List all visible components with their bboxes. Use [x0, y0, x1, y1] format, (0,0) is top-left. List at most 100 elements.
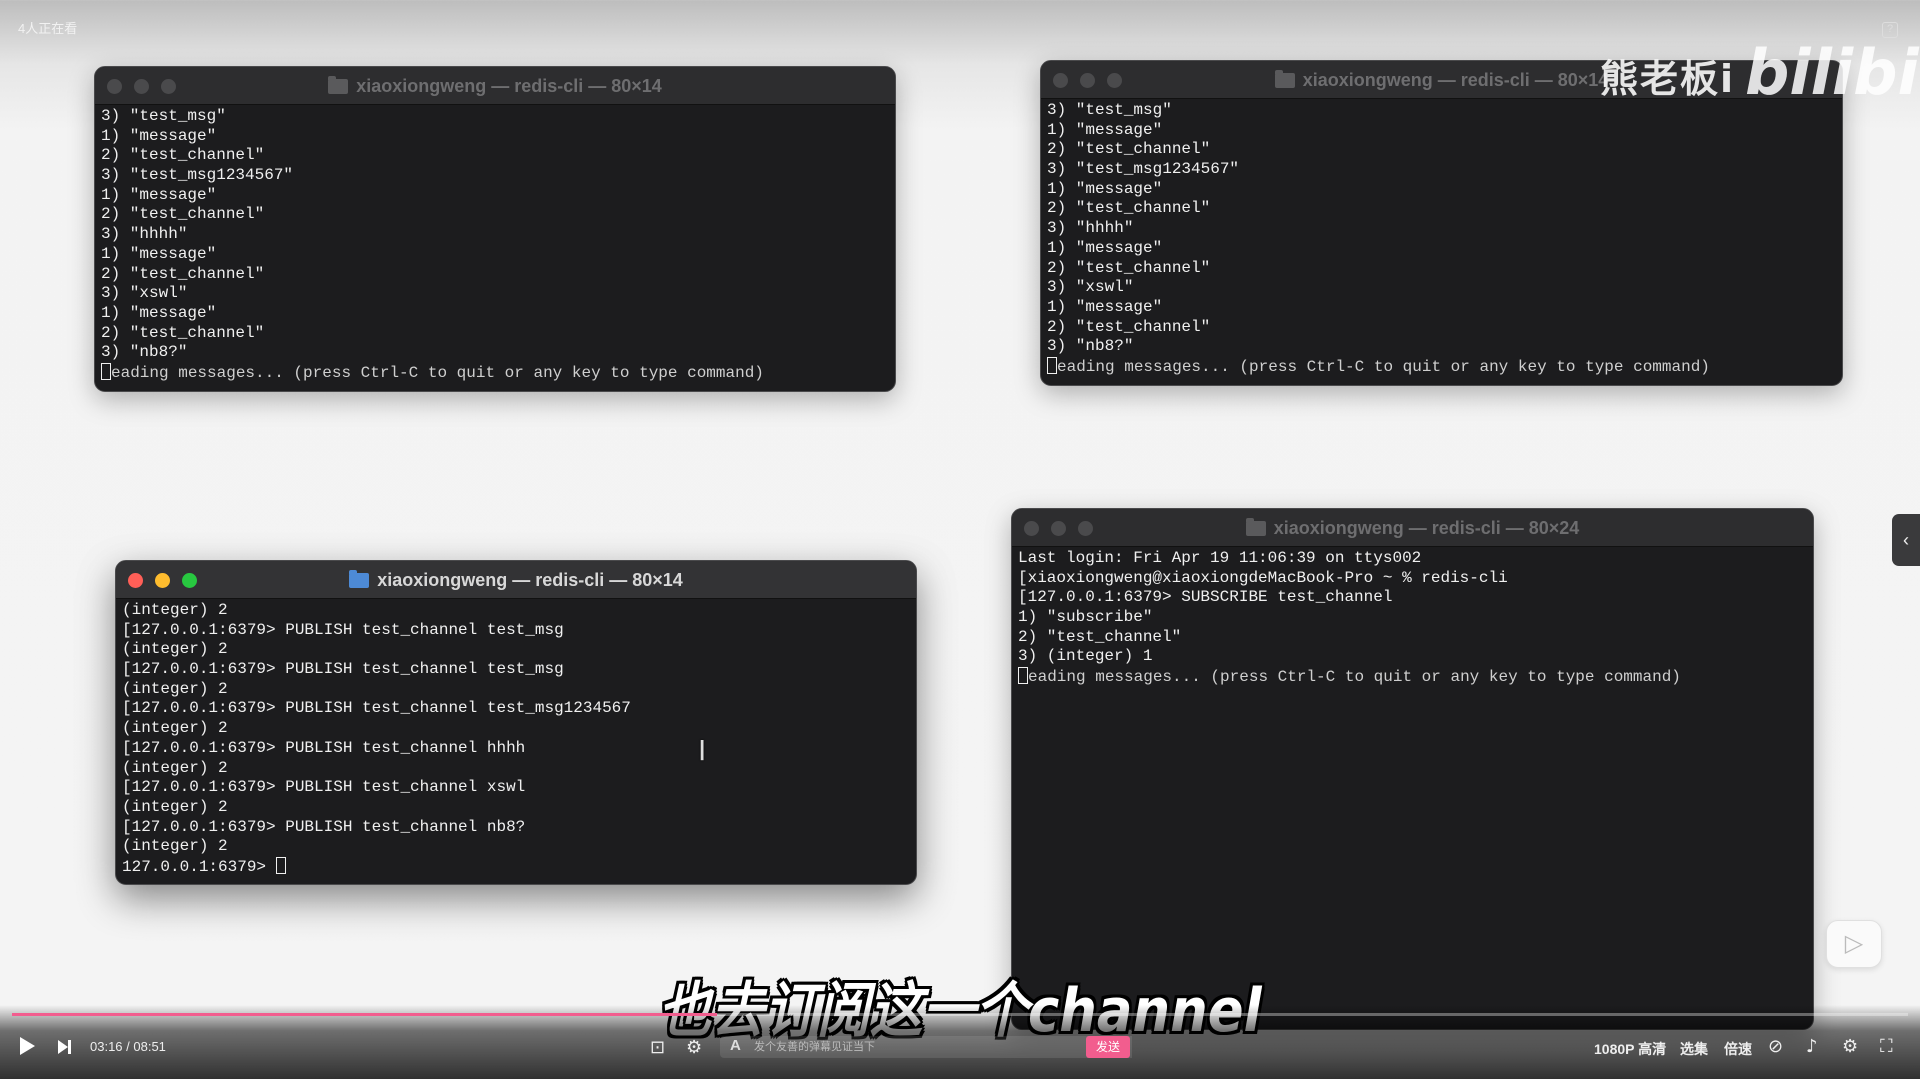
terminal-line: 3) "xswl"	[1047, 278, 1134, 297]
terminal-line: 1) "message"	[101, 185, 217, 204]
terminal-line: 1) "message"	[1047, 120, 1163, 139]
terminal-status-line: eading messages... (press Ctrl-C to quit…	[1018, 667, 1807, 687]
terminal-line: 3) "test_msg1234567"	[1047, 160, 1240, 179]
terminal-line: 2) "test_channel"	[101, 323, 265, 342]
volume-icon[interactable]: ♪	[1806, 1036, 1818, 1057]
danmaku-toggle-icon[interactable]: ⊡	[650, 1037, 665, 1058]
quality-button[interactable]: 1080P 高清	[1594, 1039, 1666, 1059]
window-title-text: xiaoxiongweng — redis-cli — 80×24	[1273, 517, 1580, 538]
terminal-output[interactable]: Last login: Fri Apr 19 11:06:39 on ttys0…	[1012, 547, 1813, 687]
terminal-output[interactable]: 3) "test_msg" 1) "message" 2) "test_channe…	[1041, 99, 1842, 377]
folder-icon	[328, 75, 349, 94]
danmaku-style-icon[interactable]: A	[730, 1037, 741, 1054]
terminal-line: 3) "test_msg1234567"	[101, 166, 294, 185]
uploader-watermark: 熊老板i	[1600, 57, 1736, 101]
titlebar[interactable]: xiaoxiongweng — redis-cli — 80×24	[1012, 509, 1813, 547]
folder-icon	[349, 569, 370, 588]
terminal-line: 2) "test_channel"	[1047, 140, 1211, 159]
window-title-text: xiaoxiongweng — redis-cli — 80×14	[377, 569, 683, 590]
block-cursor	[1047, 356, 1057, 374]
terminal-line: 3) "hhhh"	[1047, 219, 1134, 238]
episodes-button[interactable]: 选集	[1680, 1039, 1708, 1059]
text-cursor-icon: I	[698, 734, 707, 767]
playback-time: 03:16 / 08:51	[90, 1039, 166, 1054]
terminal-line: 3) "hhhh"	[101, 225, 188, 244]
chevron-left-icon: ‹	[1903, 530, 1909, 550]
terminal-line: 3) "xswl"	[101, 284, 188, 303]
terminal-line: 3) "test_msg"	[101, 107, 226, 125]
terminal-line: [127.0.0.1:6379> SUBSCRIBE test_channel	[1018, 588, 1393, 607]
terminal-window-top-left[interactable]: xiaoxiongweng — redis-cli — 80×14 3) "te…	[94, 66, 896, 392]
player-control-bar: 03:16 / 08:51 ⊡ ⚙ 发个友善的弹幕见证当下 A 发送 1080P…	[0, 1005, 1920, 1079]
settings-gear-icon[interactable]: ⚙	[1842, 1036, 1858, 1057]
subtitle-off-icon[interactable]: ⊘	[1768, 1036, 1783, 1057]
terminal-window-bottom-right[interactable]: xiaoxiongweng — redis-cli — 80×24 Last l…	[1011, 508, 1814, 1030]
titlebar[interactable]: xiaoxiongweng — redis-cli — 80×14	[116, 561, 916, 599]
block-cursor	[275, 856, 286, 874]
terminal-window-bottom-left[interactable]: xiaoxiongweng — redis-cli — 80×14 (integ…	[115, 560, 917, 885]
danmaku-input[interactable]: 发个友善的弹幕见证当下	[720, 1036, 1132, 1058]
window-title: xiaoxiongweng — redis-cli — 80×24	[1012, 509, 1813, 547]
block-cursor	[1018, 667, 1028, 685]
terminal-output[interactable]: 3) "test_msg" 1) "message" 2) "test_channe…	[95, 105, 895, 383]
folder-icon	[1274, 69, 1295, 88]
terminal-line: 3) "nb8?"	[101, 343, 188, 362]
terminal-line: [127.0.0.1:6379> PUBLISH test_channel hh…	[122, 738, 526, 757]
status-text: eading messages... (press Ctrl-C to quit…	[111, 363, 764, 382]
viewer-count: 4人正在看	[18, 21, 78, 36]
window-title: xiaoxiongweng — redis-cli — 80×14	[95, 67, 895, 105]
block-cursor	[101, 362, 111, 380]
speed-button[interactable]: 倍速	[1724, 1039, 1752, 1059]
send-danmaku-button[interactable]: 发送	[1086, 1036, 1130, 1058]
terminal-line: 1) "subscribe"	[1018, 608, 1153, 627]
terminal-window-top-right[interactable]: xiaoxiongweng — redis-cli — 80×14 3) "te…	[1040, 60, 1843, 386]
next-episode-icon[interactable]	[58, 1040, 72, 1054]
terminal-line: (integer) 2	[122, 837, 228, 856]
terminal-line: [127.0.0.1:6379> PUBLISH test_channel te…	[122, 699, 631, 718]
titlebar[interactable]: xiaoxiongweng — redis-cli — 80×14	[95, 67, 895, 105]
terminal-line: 2) "test_channel"	[1047, 317, 1211, 336]
progress-fill	[12, 1013, 718, 1016]
terminal-line: [127.0.0.1:6379> PUBLISH test_channel xs…	[122, 778, 526, 797]
terminal-line: 2) "test_channel"	[1047, 199, 1211, 218]
terminal-line: [127.0.0.1:6379> PUBLISH test_channel te…	[122, 660, 564, 679]
terminal-line: 1) "message"	[101, 244, 217, 263]
window-title-text: xiaoxiongweng — redis-cli — 80×14	[1302, 69, 1609, 90]
terminal-line: (integer) 2	[122, 601, 228, 619]
terminal-line: 2) "test_channel"	[101, 205, 265, 224]
terminal-status-line: eading messages... (press Ctrl-C to quit…	[1047, 356, 1836, 377]
play-outline-icon: ▷	[1844, 930, 1864, 957]
terminal-line: 1) "message"	[1047, 179, 1163, 198]
progress-bar[interactable]	[12, 1013, 1908, 1016]
terminal-line: 3) "nb8?"	[1047, 337, 1134, 356]
terminal-line: (integer) 2	[122, 640, 228, 659]
side-panel-toggle[interactable]: ‹	[1892, 514, 1920, 566]
terminal-line: 2) "test_channel"	[1018, 627, 1182, 646]
terminal-line: 1) "message"	[101, 126, 217, 145]
window-title-text: xiaoxiongweng — redis-cli — 80×14	[356, 75, 662, 96]
terminal-line: (integer) 2	[122, 719, 228, 738]
terminal-line: 2) "test_channel"	[101, 264, 265, 283]
terminal-line: [127.0.0.1:6379> PUBLISH test_channel nb…	[122, 817, 526, 836]
terminal-line: (integer) 2	[122, 679, 228, 698]
terminal-line: 3) "test_msg"	[1047, 101, 1172, 119]
terminal-line: [127.0.0.1:6379> PUBLISH test_channel te…	[122, 620, 564, 639]
terminal-line: 1) "message"	[1047, 297, 1163, 316]
mini-player-button[interactable]: ▷	[1826, 920, 1882, 968]
terminal-prompt-line[interactable]: 127.0.0.1:6379>	[122, 856, 910, 877]
danmaku-settings-icon[interactable]: ⚙	[686, 1037, 702, 1058]
terminal-line: (integer) 2	[122, 758, 228, 777]
terminal-line: 3) (integer) 1	[1018, 647, 1153, 666]
terminal-status-line: eading messages... (press Ctrl-C to quit…	[101, 362, 889, 383]
terminal-line: 1) "message"	[1047, 238, 1163, 257]
status-text: eading messages... (press Ctrl-C to quit…	[1057, 357, 1710, 376]
fullscreen-icon[interactable]: ⛶	[1880, 1036, 1893, 1057]
terminal-line: (integer) 2	[122, 797, 228, 816]
terminal-output[interactable]: (integer) 2 [127.0.0.1:6379> PUBLISH test…	[116, 599, 916, 877]
prompt-text: 127.0.0.1:6379>	[122, 857, 276, 876]
terminal-line: 2) "test_channel"	[1047, 258, 1211, 277]
play-icon[interactable]	[20, 1037, 35, 1055]
terminal-line: 2) "test_channel"	[101, 146, 265, 165]
window-title: xiaoxiongweng — redis-cli — 80×14	[116, 561, 916, 599]
terminal-line: Last login: Fri Apr 19 11:06:39 on ttys0…	[1018, 549, 1422, 567]
